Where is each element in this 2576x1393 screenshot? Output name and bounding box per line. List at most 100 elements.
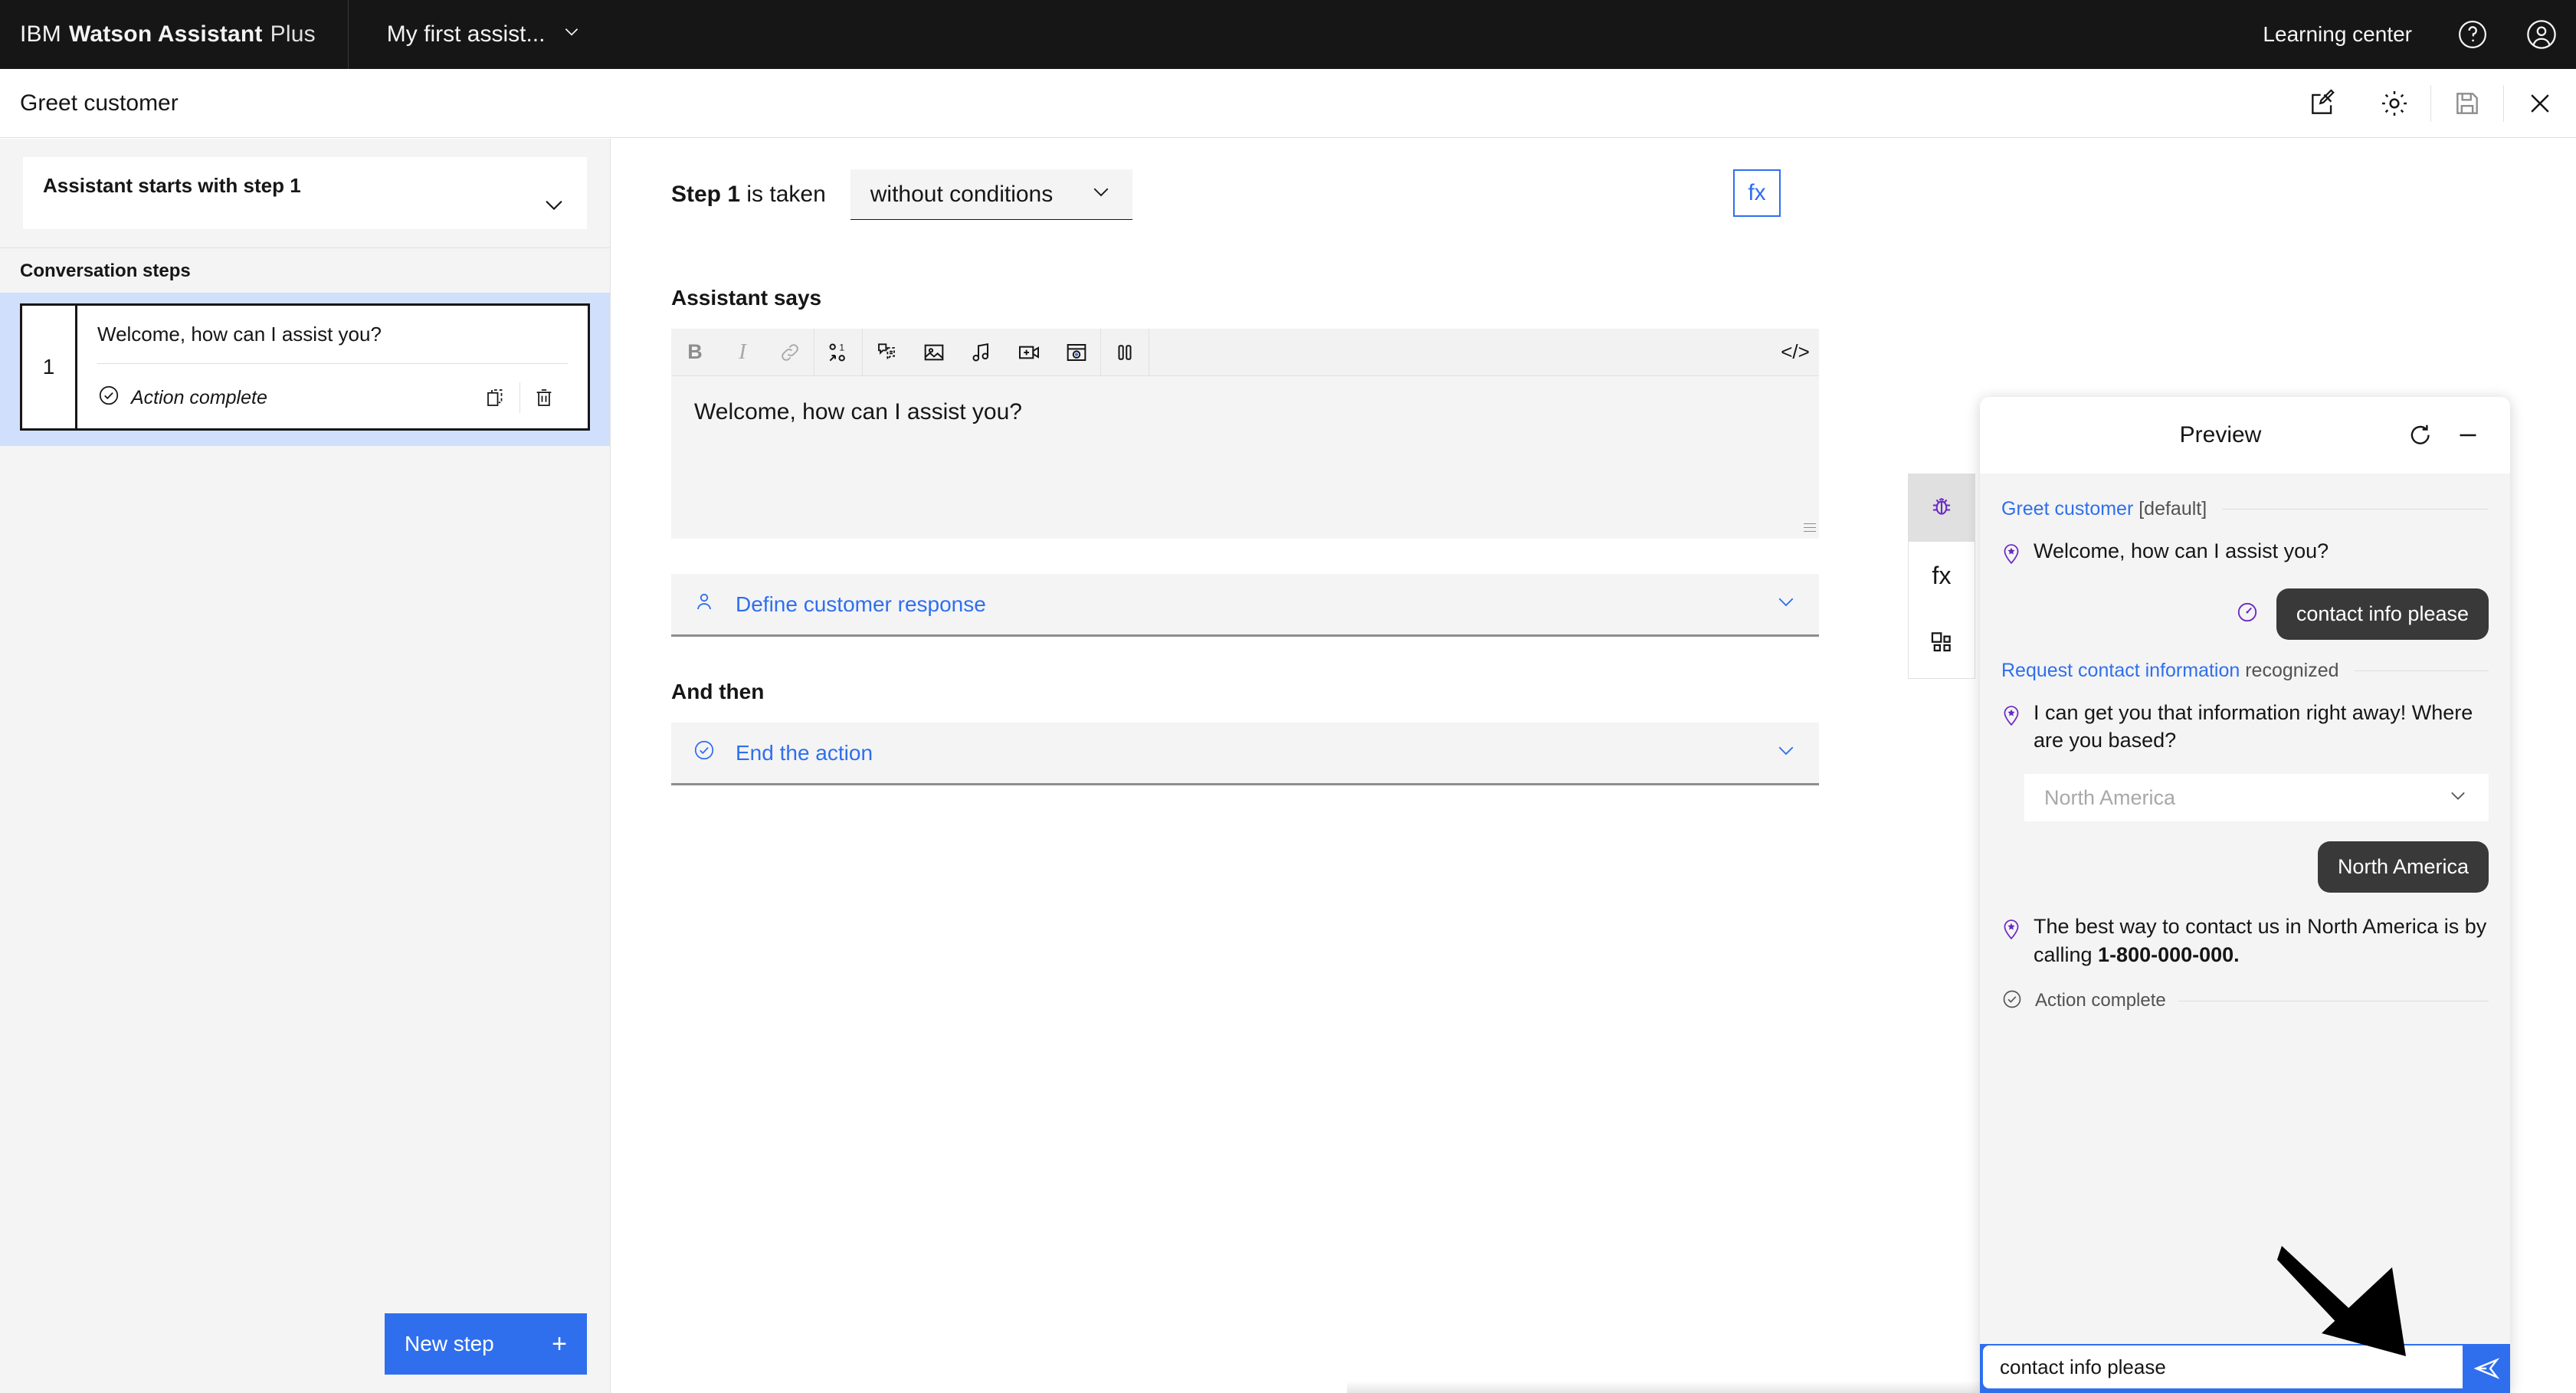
assistant-starts-label: Assistant starts with step 1 bbox=[43, 174, 301, 197]
condition-dropdown[interactable]: without conditions bbox=[850, 169, 1132, 220]
define-customer-response-label: Define customer response bbox=[736, 592, 986, 616]
italic-icon[interactable]: I bbox=[719, 329, 766, 376]
user-message-bubble: contact info please bbox=[2276, 588, 2489, 640]
step-condition-suffix: is taken bbox=[740, 182, 826, 207]
chevron-down-icon[interactable] bbox=[541, 192, 567, 221]
iframe-icon[interactable] bbox=[1053, 329, 1100, 376]
action-start-marker: Greet customer [default] bbox=[2001, 498, 2489, 520]
marker-rule bbox=[2354, 670, 2489, 671]
new-step-button[interactable]: New step + bbox=[385, 1313, 587, 1375]
editor-toolbar: B I 1 </> bbox=[671, 328, 1819, 376]
close-icon[interactable] bbox=[2504, 69, 2576, 138]
expression-fx-button[interactable]: fx bbox=[1733, 169, 1781, 217]
minimize-icon[interactable] bbox=[2444, 411, 2492, 459]
gear-icon[interactable] bbox=[2358, 69, 2430, 138]
fx-icon: fx bbox=[1748, 180, 1766, 205]
step-condition-row: Step 1 is taken without conditions bbox=[671, 169, 2576, 220]
trash-icon[interactable] bbox=[520, 376, 568, 419]
new-step-label: New step bbox=[405, 1332, 494, 1355]
define-customer-response-row[interactable]: Define customer response bbox=[671, 574, 1819, 637]
pause-icon[interactable] bbox=[1101, 329, 1149, 376]
condition-dropdown-value: without conditions bbox=[870, 181, 1054, 207]
map-pin-icon bbox=[2001, 913, 2021, 968]
step-condition-prefix: Step 1 bbox=[671, 182, 741, 207]
page-title: Greet customer bbox=[20, 90, 179, 116]
preview-title: Preview bbox=[2179, 422, 2262, 447]
brand-logo: IBM Watson Assistant Plus bbox=[0, 21, 316, 48]
header-divider bbox=[347, 0, 349, 69]
assistant-says-label: Assistant says bbox=[671, 286, 822, 310]
save-icon[interactable] bbox=[2431, 69, 2503, 138]
app-root: IBM Watson Assistant Plus My first assis… bbox=[0, 0, 2576, 1393]
link-icon[interactable] bbox=[766, 329, 814, 376]
brand-ibm: IBM bbox=[20, 21, 61, 47]
chat-note-icon[interactable] bbox=[863, 329, 910, 376]
action-link[interactable]: Greet customer bbox=[2001, 498, 2133, 520]
fx-icon: fx bbox=[1932, 561, 1952, 589]
variables-tab[interactable]: fx bbox=[1909, 542, 1975, 609]
bold-icon[interactable]: B bbox=[671, 329, 719, 376]
marker-rule bbox=[2222, 509, 2489, 510]
preview-input-bar: contact info please bbox=[1980, 1344, 2510, 1393]
user-icon bbox=[693, 590, 716, 618]
video-icon[interactable] bbox=[1005, 329, 1053, 376]
step-card-body: Welcome, how can I assist you? Action co… bbox=[77, 306, 588, 428]
step-footer: Action complete bbox=[97, 364, 568, 419]
bug-icon bbox=[1928, 493, 1955, 524]
conversation-steps-heading: Conversation steps bbox=[0, 247, 610, 293]
resize-handle[interactable] bbox=[1804, 523, 1816, 536]
end-the-action-row[interactable]: End the action bbox=[671, 723, 1819, 785]
option-icon[interactable]: 1 bbox=[814, 329, 862, 376]
bot-message-text: Welcome, how can I assist you? bbox=[2034, 539, 2329, 562]
plus-icon: + bbox=[552, 1329, 567, 1359]
send-icon[interactable] bbox=[2463, 1344, 2510, 1393]
audio-icon[interactable] bbox=[958, 329, 1005, 376]
preview-panel: Preview Greet customer [default] Welcome… bbox=[1980, 397, 2510, 1393]
assistant-name-label: My first assist... bbox=[386, 21, 546, 47]
assistant-selector[interactable]: My first assist... bbox=[381, 0, 588, 69]
user-message-row: contact info please bbox=[2001, 588, 2489, 640]
step-text: Welcome, how can I assist you? bbox=[97, 323, 382, 346]
gauge-icon[interactable] bbox=[2235, 600, 2260, 628]
action-header-toolbar bbox=[2286, 69, 2576, 138]
intent-link[interactable]: Request contact information bbox=[2001, 660, 2240, 681]
action-header: Greet customer bbox=[0, 69, 2576, 138]
duplicate-icon[interactable] bbox=[472, 376, 519, 419]
end-the-action-label: End the action bbox=[736, 740, 873, 765]
editor-text: Welcome, how can I assist you? bbox=[694, 399, 1022, 424]
preview-message-input[interactable]: contact info please bbox=[1983, 1345, 2463, 1388]
bot-message-3: The best way to contact us in North Amer… bbox=[2001, 913, 2489, 968]
edit-icon[interactable] bbox=[2286, 69, 2358, 138]
debug-tab[interactable] bbox=[1909, 474, 1975, 542]
recognized-label: recognized bbox=[2240, 660, 2339, 681]
chevron-down-icon bbox=[562, 21, 582, 48]
image-icon[interactable] bbox=[910, 329, 958, 376]
editor-textarea[interactable]: Welcome, how can I assist you? bbox=[671, 376, 1819, 539]
step-card[interactable]: 1 Welcome, how can I assist you? Action … bbox=[20, 303, 590, 431]
code-label: </> bbox=[1781, 340, 1810, 363]
svg-text:1: 1 bbox=[839, 342, 844, 352]
restart-icon[interactable] bbox=[2397, 411, 2444, 459]
action-default-label: [default] bbox=[2133, 498, 2207, 520]
rich-text-editor: B I 1 </> Welcome, how can I assist you? bbox=[671, 328, 1819, 539]
preview-input-value: contact info please bbox=[2000, 1355, 2166, 1378]
action-complete-marker: Action complete bbox=[2001, 988, 2489, 1014]
bot-message-2: I can get you that information right awa… bbox=[2001, 699, 2489, 754]
brand-tier: Plus bbox=[270, 21, 316, 47]
assistant-starts-card[interactable]: Assistant starts with step 1 bbox=[23, 157, 587, 229]
bold-label: B bbox=[687, 340, 703, 363]
user-avatar-icon[interactable] bbox=[2507, 0, 2576, 69]
learning-center-link[interactable]: Learning center bbox=[2237, 22, 2438, 47]
user-message-row-2: North America bbox=[2001, 841, 2489, 893]
step-list-item-wrapper: 1 Welcome, how can I assist you? Action … bbox=[0, 293, 610, 446]
layout-tab[interactable] bbox=[1909, 609, 1975, 677]
code-icon[interactable]: </> bbox=[1771, 329, 1819, 376]
bot-message: Welcome, how can I assist you? bbox=[2001, 537, 2489, 569]
intent-recognized-marker: Request contact information recognized bbox=[2001, 660, 2489, 682]
region-dropdown[interactable]: North America bbox=[2024, 774, 2489, 822]
user-message-bubble-2: North America bbox=[2317, 841, 2489, 893]
preview-header: Preview bbox=[1980, 397, 2510, 474]
map-pin-icon bbox=[2001, 537, 2021, 569]
help-icon[interactable] bbox=[2438, 0, 2507, 69]
brand-product: Watson Assistant bbox=[68, 21, 263, 47]
